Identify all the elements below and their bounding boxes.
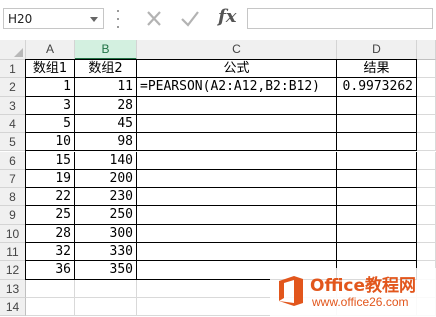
- row-header-6[interactable]: 6: [0, 151, 26, 170]
- cell-b5[interactable]: 98: [75, 133, 137, 152]
- cell-e4[interactable]: [417, 114, 436, 134]
- cell-e11[interactable]: [417, 243, 436, 262]
- cell-a13[interactable]: [26, 279, 75, 298]
- cell-b6[interactable]: 140: [75, 151, 137, 170]
- office-logo-icon: [279, 276, 303, 306]
- column-header-c[interactable]: C: [137, 40, 337, 60]
- cell-a5[interactable]: 10: [26, 133, 75, 152]
- cell-c8[interactable]: [137, 188, 337, 207]
- cell-d4[interactable]: [337, 114, 417, 134]
- cell-c11[interactable]: [137, 243, 337, 262]
- column-header-b[interactable]: B: [75, 40, 137, 60]
- column-header-d[interactable]: D: [337, 40, 417, 60]
- cell-c4[interactable]: [137, 114, 337, 134]
- select-all-corner[interactable]: [0, 40, 26, 60]
- row-header-2[interactable]: 2: [0, 78, 26, 97]
- cell-e2[interactable]: [417, 78, 436, 97]
- cell-d1[interactable]: 结果: [337, 60, 417, 79]
- cell-b3[interactable]: 28: [75, 96, 137, 115]
- cell-b10[interactable]: 300: [75, 224, 137, 243]
- cell-e8[interactable]: [417, 188, 436, 207]
- cell-a6[interactable]: 15: [26, 151, 75, 170]
- cell-a2[interactable]: 1: [26, 78, 75, 97]
- cell-d9[interactable]: [337, 206, 417, 225]
- cell-a4[interactable]: 5: [26, 114, 75, 134]
- cell-e5[interactable]: [417, 133, 436, 152]
- more-vertical-icon[interactable]: [116, 10, 120, 28]
- cancel-icon[interactable]: [141, 7, 167, 31]
- row-header-12[interactable]: 12: [0, 261, 26, 280]
- cell-d5[interactable]: [337, 133, 417, 152]
- cell-d3[interactable]: [337, 96, 417, 115]
- cell-d2[interactable]: 0.9973262: [337, 78, 417, 97]
- cell-c7[interactable]: [137, 169, 337, 189]
- cell-b12[interactable]: 350: [75, 261, 137, 280]
- cell-b8[interactable]: 230: [75, 188, 137, 207]
- cell-e10[interactable]: [417, 224, 436, 243]
- cell-a1[interactable]: 数组1: [26, 60, 75, 79]
- insert-function-icon[interactable]: fx: [218, 6, 236, 27]
- cell-c9[interactable]: [137, 206, 337, 225]
- row-header-7[interactable]: 7: [0, 169, 26, 189]
- row-header-5[interactable]: 5: [0, 133, 26, 152]
- row-header-8[interactable]: 8: [0, 188, 26, 207]
- row-header-4[interactable]: 4: [0, 114, 26, 134]
- cell-d8[interactable]: [337, 188, 417, 207]
- cell-e1[interactable]: [417, 60, 436, 79]
- cell-c2[interactable]: =PEARSON(A2:A12,B2:B12): [137, 78, 337, 97]
- cell-b11[interactable]: 330: [75, 243, 137, 262]
- name-box[interactable]: H20: [3, 8, 104, 29]
- cell-d7[interactable]: [337, 169, 417, 189]
- row-header-10[interactable]: 10: [0, 224, 26, 243]
- cell-c6[interactable]: [137, 151, 337, 170]
- confirm-icon[interactable]: [177, 7, 203, 31]
- cell-a12[interactable]: 36: [26, 261, 75, 280]
- watermark-url: www.office26.com: [312, 295, 409, 309]
- cell-a7[interactable]: 19: [26, 169, 75, 189]
- cell-c5[interactable]: [137, 133, 337, 152]
- row-header-1[interactable]: 1: [0, 60, 26, 79]
- row-header-9[interactable]: 9: [0, 206, 26, 225]
- watermark-title: Office教程网: [310, 276, 417, 296]
- cell-d11[interactable]: [337, 243, 417, 262]
- formula-bar: H20 fx: [0, 0, 436, 40]
- cell-e3[interactable]: [417, 96, 436, 115]
- cell-e9[interactable]: [417, 206, 436, 225]
- cell-b9[interactable]: 250: [75, 206, 137, 225]
- cell-c1[interactable]: 公式: [137, 60, 337, 79]
- cell-c3[interactable]: [137, 96, 337, 115]
- cell-b13[interactable]: [75, 279, 137, 298]
- cell-b4[interactable]: 45: [75, 114, 137, 134]
- cell-e6[interactable]: [417, 151, 436, 170]
- column-header-a[interactable]: A: [26, 40, 75, 60]
- cell-b14[interactable]: [75, 297, 137, 317]
- cell-a11[interactable]: 32: [26, 243, 75, 262]
- cell-d6[interactable]: [337, 151, 417, 170]
- cell-a8[interactable]: 22: [26, 188, 75, 207]
- cell-a14[interactable]: [26, 297, 75, 317]
- cell-a9[interactable]: 25: [26, 206, 75, 225]
- cell-c10[interactable]: [137, 224, 337, 243]
- cell-b1[interactable]: 数组2: [75, 60, 137, 79]
- cell-b7[interactable]: 200: [75, 169, 137, 189]
- cell-e7[interactable]: [417, 169, 436, 189]
- row-header-3[interactable]: 3: [0, 96, 26, 115]
- watermark: Office教程网 www.office26.com: [270, 268, 436, 317]
- cell-a3[interactable]: 3: [26, 96, 75, 115]
- row-header-14[interactable]: 14: [0, 297, 26, 317]
- row-header-13[interactable]: 13: [0, 279, 26, 298]
- cell-d10[interactable]: [337, 224, 417, 243]
- formula-input[interactable]: [247, 8, 433, 29]
- name-box-value: H20: [8, 12, 33, 26]
- chevron-down-icon[interactable]: [90, 17, 98, 22]
- column-header-e[interactable]: [417, 40, 436, 60]
- cell-b2[interactable]: 11: [75, 78, 137, 97]
- row-header-11[interactable]: 11: [0, 243, 26, 262]
- cell-a10[interactable]: 28: [26, 224, 75, 243]
